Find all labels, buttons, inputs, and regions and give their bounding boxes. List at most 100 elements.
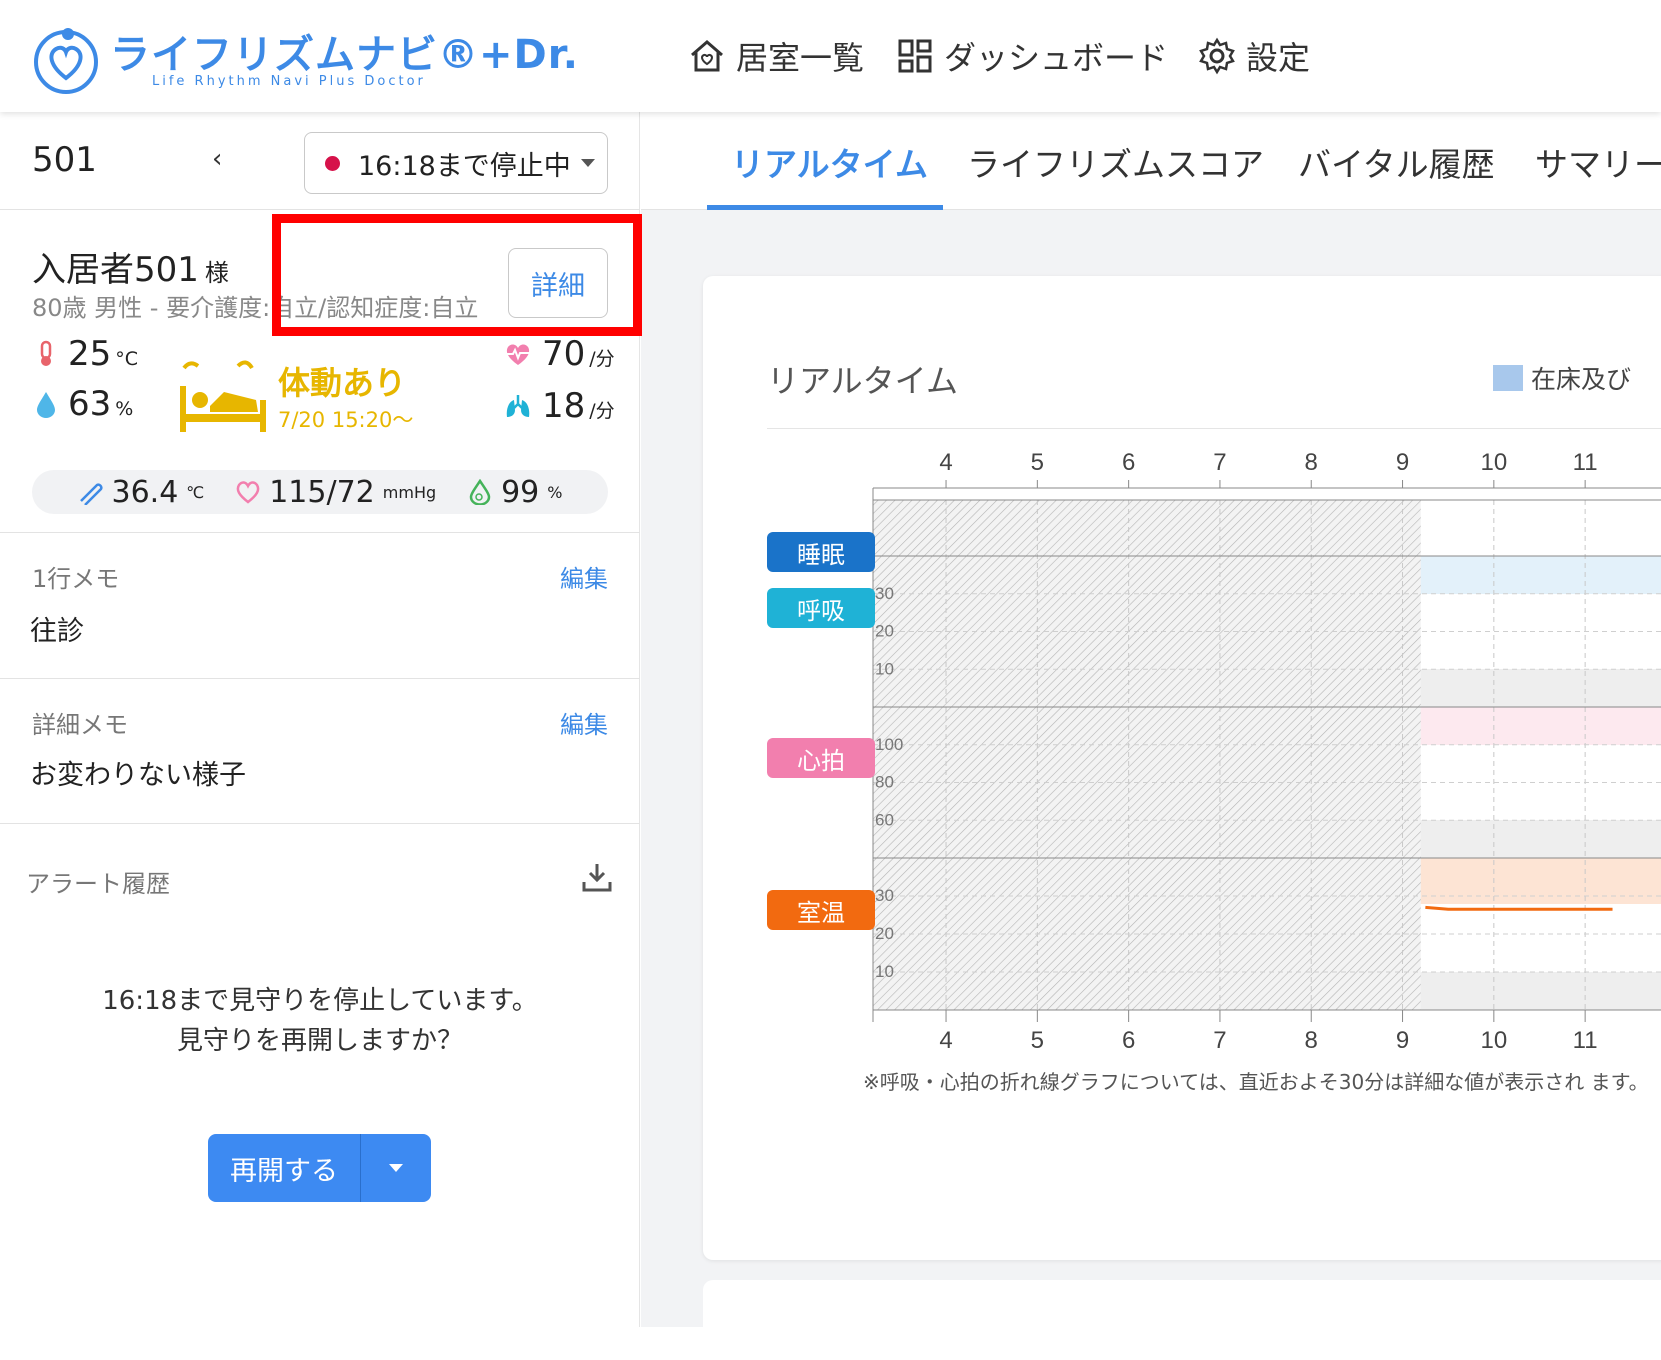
bed-movement-icon [180, 360, 266, 432]
app-logo[interactable]: ライフリズムナビ®+Dr. Life Rhythm Navi Plus Doct… [30, 20, 578, 95]
x-tick-label-top: 11 [1573, 449, 1598, 476]
y-tick-label: 80 [875, 773, 894, 792]
water-drop-icon [37, 392, 55, 418]
y-tick-label: 100 [875, 735, 903, 754]
resume-monitoring-button[interactable]: 再開する [208, 1134, 360, 1202]
heart-outline-icon [236, 481, 260, 504]
body-temperature-unit: ℃ [186, 482, 205, 502]
tab-realtime[interactable]: リアルタイム [731, 138, 928, 186]
home-icon [691, 40, 723, 72]
room-temperature-unit: °C [115, 348, 139, 370]
spo2-unit: % [547, 482, 563, 502]
x-tick-label-top: 7 [1213, 449, 1226, 476]
logo-heart-icon [34, 28, 98, 94]
nav-dashboard[interactable]: ダッシュボード [896, 30, 1168, 82]
room-humidity-value: 63 [68, 384, 112, 424]
detail-memo-value: お変わりない様子 [30, 760, 246, 791]
thermometer-probe-icon [80, 483, 104, 505]
resident-panel: 501 ‹ 16:18まで停止中 入居者501 様 80歳 男性 - 要介護度:自… [0, 112, 642, 1327]
monitoring-status-dropdown[interactable]: 16:18まで停止中 [304, 132, 608, 194]
nav-dashboard-label: ダッシュボード [944, 39, 1169, 77]
y-tick-label: 30 [875, 584, 894, 603]
detail-memo-section: 詳細メモ 編集 お変わりない様子 [0, 678, 640, 823]
main-content: リアルタイム ライフリズムスコア バイタル履歴 サマリー リアルタイム 在床及び… [641, 112, 1661, 1360]
y-tick-label: 60 [875, 810, 894, 829]
detail-memo-edit-link[interactable]: 編集 [560, 705, 608, 740]
x-tick-label-top: 9 [1396, 449, 1409, 476]
short-memo-value: 往診 [30, 616, 84, 647]
respiration-rate: 18 /分 [504, 386, 615, 426]
short-memo-edit-link[interactable]: 編集 [560, 559, 608, 594]
nav-settings-label: 設定 [1246, 39, 1311, 77]
x-tick-label-top: 5 [1031, 449, 1044, 476]
short-memo-section: 1行メモ 編集 往診 [0, 532, 640, 678]
x-tick-label-bottom: 7 [1213, 1027, 1226, 1054]
x-tick-label-top: 8 [1305, 449, 1318, 476]
resident-detail-button[interactable]: 詳細 [508, 248, 608, 318]
heart-rate-value: 70 [542, 334, 586, 374]
tab-summary[interactable]: サマリー [1535, 138, 1661, 186]
pause-message-line2: 見守りを再開しますか？ [176, 1026, 463, 1056]
active-tab-indicator [707, 205, 943, 210]
x-tick-label-top: 4 [939, 449, 952, 476]
blood-pressure: 115/72 mmHg [235, 475, 436, 510]
blood-pressure-unit: mmHg [382, 482, 437, 502]
room-bar: 501 ‹ 16:18まで停止中 [0, 112, 640, 210]
gear-icon [1199, 37, 1235, 75]
resume-options-dropdown[interactable] [360, 1134, 431, 1202]
room-humidity: 63 % [34, 384, 133, 424]
resident-honorific: 様 [204, 259, 229, 287]
status-dot-icon [325, 155, 340, 171]
logo-text: ライフリズムナビ®+Dr. [110, 32, 579, 78]
short-memo-label: 1行メモ [32, 565, 120, 593]
heart-rate-unit: /分 [589, 348, 615, 370]
y-tick-label: 10 [875, 962, 894, 981]
y-tick-label: 10 [875, 659, 894, 678]
body-temperature-value: 36.4 [111, 474, 179, 510]
x-tick-label-bottom: 5 [1031, 1027, 1044, 1054]
respiration-unit: /分 [589, 400, 615, 422]
nav-settings[interactable]: 設定 [1198, 30, 1310, 82]
app-header: ライフリズムナビ®+Dr. Life Rhythm Navi Plus Doct… [0, 0, 1661, 112]
nav-rooms-label: 居室一覧 [736, 39, 865, 77]
realtime-card: リアルタイム 在床及び 4 4 5 5 6 6 7 7 8 8 9 9 10 10 11 11 30 20 10 10… [703, 276, 1661, 1260]
detail-memo-label: 詳細メモ [32, 711, 128, 739]
room-temperature: 25 °C [34, 334, 138, 374]
room-number: 501 [32, 140, 97, 180]
room-humidity-unit: % [115, 398, 134, 420]
room-temperature-value: 25 [68, 334, 112, 374]
heart-pulse-icon [506, 344, 530, 365]
oxygen-drop-icon [469, 479, 491, 505]
resident-info: 80歳 男性 - 要介護度:自立/認知症度:自立 [32, 294, 479, 322]
download-icon[interactable] [580, 860, 614, 894]
dashboard-grid-icon [898, 39, 932, 73]
row-badge-heartbeat: 心拍 [767, 738, 875, 778]
pause-message-line1: 16:18まで見守りを停止しています。 [102, 986, 538, 1016]
tab-vital-history[interactable]: バイタル履歴 [1298, 138, 1495, 186]
monitoring-status-label: 16:18まで停止中 [358, 150, 571, 182]
thermometer-icon [40, 340, 52, 366]
tab-liferhythm-score[interactable]: ライフリズムスコア [967, 138, 1264, 186]
x-tick-label-bottom: 10 [1480, 1027, 1507, 1054]
activity-since: 7/20 15:20〜 [278, 408, 414, 432]
resident-name-text: 入居者501 [32, 250, 199, 290]
caret-down-icon [389, 1164, 403, 1172]
y-tick-label: 30 [875, 886, 894, 905]
row-badge-room-temp: 室温 [767, 890, 875, 930]
body-temperature: 36.4 ℃ [77, 475, 204, 510]
x-tick-label-bottom: 8 [1305, 1027, 1318, 1054]
prev-room-chevron-icon[interactable]: ‹ [212, 144, 222, 174]
secondary-card [703, 1280, 1661, 1360]
resident-name: 入居者501 様 [32, 242, 229, 291]
logo-subtitle: Life Rhythm Navi Plus Doctor [152, 74, 426, 89]
row-badge-sleep: 睡眠 [767, 532, 875, 572]
heart-rate: 70 /分 [504, 334, 615, 374]
blood-pressure-value: 115/72 [269, 474, 375, 510]
y-tick-label: 20 [875, 924, 894, 943]
resume-button-group: 再開する [208, 1134, 431, 1202]
alert-history-label: アラート履歴 [26, 870, 170, 898]
nav-rooms[interactable]: 居室一覧 [688, 30, 864, 82]
x-tick-label-bottom: 4 [939, 1027, 952, 1054]
x-tick-label-bottom: 6 [1122, 1027, 1135, 1054]
activity-status: 体動あり [278, 364, 407, 402]
